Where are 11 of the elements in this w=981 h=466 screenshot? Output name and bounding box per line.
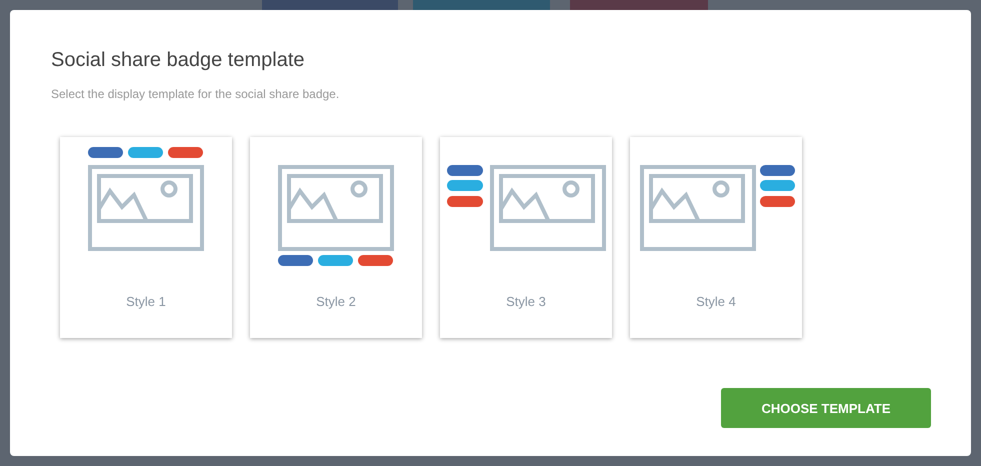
template-label: Style 1 [126,293,166,311]
template-card[interactable]: Style 3 [440,137,612,338]
choose-template-button[interactable]: CHOOSE TEMPLATE [721,388,931,428]
template-card[interactable]: Style 1 [60,137,232,338]
modal-subtitle: Select the display template for the social share badge. [51,87,340,101]
template-card[interactable]: Style 2 [250,137,422,338]
modal-title: Social share badge template [51,48,304,72]
template-label: Style 2 [316,293,356,311]
template-card[interactable]: Style 4 [630,137,802,338]
template-label: Style 3 [506,293,546,311]
template-label: Style 4 [696,293,736,311]
